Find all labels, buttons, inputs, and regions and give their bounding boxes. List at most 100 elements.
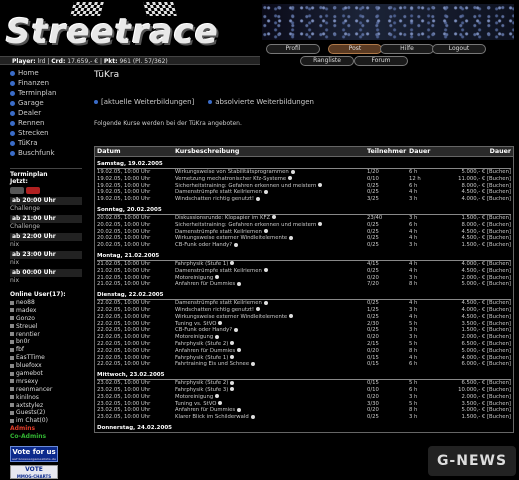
info-icon[interactable]	[234, 327, 239, 332]
nav-button-forum[interactable]: Forum	[354, 56, 408, 66]
online-user[interactable]: renntier	[10, 331, 82, 339]
book-button[interactable]: [Buchen]	[487, 327, 511, 333]
info-icon[interactable]	[250, 414, 255, 419]
info-icon[interactable]	[230, 261, 235, 266]
info-icon[interactable]	[218, 401, 223, 406]
info-icon[interactable]	[230, 341, 235, 346]
online-user[interactable]: fbf	[10, 346, 82, 354]
book-button[interactable]: [Buchen]	[487, 268, 511, 274]
book-button[interactable]: [Buchen]	[487, 281, 511, 287]
info-icon[interactable]	[234, 242, 239, 247]
online-user[interactable]: axtstylez	[10, 402, 82, 410]
book-button[interactable]: [Buchen]	[487, 189, 511, 195]
book-button[interactable]: [Buchen]	[487, 222, 511, 228]
book-button[interactable]: [Buchen]	[487, 169, 511, 175]
info-icon[interactable]	[272, 215, 277, 220]
info-icon[interactable]	[263, 268, 268, 273]
book-button[interactable]: [Buchen]	[487, 401, 511, 407]
info-icon[interactable]	[288, 176, 293, 181]
info-icon[interactable]	[263, 229, 268, 234]
info-icon[interactable]	[289, 314, 294, 319]
book-button[interactable]: [Buchen]	[487, 355, 511, 361]
book-button[interactable]: [Buchen]	[487, 361, 511, 367]
info-icon[interactable]	[263, 189, 268, 194]
sidebar-item-finanzen[interactable]: Finanzen	[10, 78, 82, 88]
online-user[interactable]: madex	[10, 307, 82, 315]
nav-button-hilfe[interactable]: Hilfe	[380, 44, 434, 54]
info-icon[interactable]	[215, 394, 220, 399]
nav-button-post[interactable]: Post	[328, 44, 382, 54]
info-icon[interactable]	[290, 169, 295, 174]
book-button[interactable]: [Buchen]	[487, 300, 511, 306]
book-button[interactable]: [Buchen]	[487, 261, 511, 267]
book-button[interactable]: [Buchen]	[487, 176, 511, 182]
site-logo[interactable]: Streetrace	[6, 12, 219, 52]
info-icon[interactable]	[230, 355, 235, 360]
online-user[interactable]: neo88	[10, 299, 82, 307]
book-button[interactable]: [Buchen]	[487, 414, 511, 420]
info-icon[interactable]	[230, 387, 235, 392]
book-button[interactable]: [Buchen]	[487, 275, 511, 281]
book-button[interactable]: [Buchen]	[487, 215, 511, 221]
sidebar-item-terminplan[interactable]: Terminplan	[10, 88, 82, 98]
book-button[interactable]: [Buchen]	[487, 394, 511, 400]
book-button[interactable]: [Buchen]	[487, 321, 511, 327]
book-button[interactable]: [Buchen]	[487, 196, 511, 202]
book-button[interactable]: [Buchen]	[487, 314, 511, 320]
book-button[interactable]: [Buchen]	[487, 235, 511, 241]
info-icon[interactable]	[237, 348, 242, 353]
book-button[interactable]: [Buchen]	[487, 229, 511, 235]
info-icon[interactable]	[255, 307, 260, 312]
book-button[interactable]: [Buchen]	[487, 242, 511, 248]
tab-current[interactable]: [aktuelle Weiterbildungen]	[94, 98, 194, 106]
book-button[interactable]: [Buchen]	[487, 307, 511, 313]
sidebar-item-buschfunk[interactable]: Buschfunk	[10, 148, 82, 158]
online-user[interactable]: Gonzo	[10, 315, 82, 323]
sidebar-item-garage[interactable]: Garage	[10, 98, 82, 108]
book-button[interactable]: [Buchen]	[487, 183, 511, 189]
book-button[interactable]: [Buchen]	[487, 407, 511, 413]
info-icon[interactable]	[255, 196, 260, 201]
vote-banner-mmog[interactable]: VOTE MMOG-CHARTS	[10, 465, 58, 480]
book-button[interactable]: [Buchen]	[487, 387, 511, 393]
sidebar-item-strecken[interactable]: Strecken	[10, 128, 82, 138]
book-button[interactable]: [Buchen]	[487, 334, 511, 340]
sidebar-item-home[interactable]: Home	[10, 68, 82, 78]
book-button[interactable]: [Buchen]	[487, 341, 511, 347]
online-user[interactable]: mrsexy	[10, 378, 82, 386]
info-icon[interactable]	[215, 275, 220, 280]
online-user[interactable]: EasTTime	[10, 354, 82, 362]
sidebar-item-label: Buschfunk	[18, 149, 55, 157]
online-user[interactable]: bn0r	[10, 338, 82, 346]
info-icon[interactable]	[318, 183, 323, 188]
online-user[interactable]: gamebot	[10, 370, 82, 378]
course-participants: 23/40	[367, 214, 383, 221]
info-icon[interactable]	[215, 334, 220, 339]
sidebar-item-tükra[interactable]: TüKra	[10, 138, 82, 148]
info-icon[interactable]	[318, 222, 323, 227]
info-icon[interactable]	[237, 407, 242, 412]
info-icon[interactable]	[289, 235, 294, 240]
online-user[interactable]: bluefoxx	[10, 362, 82, 370]
online-user[interactable]: im Chat(0)	[10, 417, 82, 425]
book-button[interactable]: [Buchen]	[487, 380, 511, 386]
info-icon[interactable]	[218, 321, 223, 326]
slot-label: nix	[10, 259, 20, 266]
tab-completed[interactable]: absolvierte Weiterbildungen	[208, 98, 314, 106]
sidebar-item-dealer[interactable]: Dealer	[10, 108, 82, 118]
nav-button-logout[interactable]: Logout	[432, 44, 486, 54]
sidebar-item-rennen[interactable]: Rennen	[10, 118, 82, 128]
info-icon[interactable]	[251, 361, 256, 366]
info-icon[interactable]	[237, 281, 242, 286]
nav-button-profil[interactable]: Profil	[266, 44, 320, 54]
vote-banner-browsergames[interactable]: Vote for us auf browsergamesliste.de	[10, 446, 58, 463]
online-user[interactable]: Guests(2)	[10, 409, 82, 417]
nav-button-rangliste[interactable]: Rangliste	[300, 56, 354, 66]
info-icon[interactable]	[263, 300, 268, 305]
vote2-title: VOTE	[25, 466, 43, 474]
online-user[interactable]: kinilnos	[10, 394, 82, 402]
online-user[interactable]: Streuel	[10, 323, 82, 331]
info-icon[interactable]	[230, 380, 235, 385]
online-user[interactable]: reenmancer	[10, 386, 82, 394]
book-button[interactable]: [Buchen]	[487, 348, 511, 354]
